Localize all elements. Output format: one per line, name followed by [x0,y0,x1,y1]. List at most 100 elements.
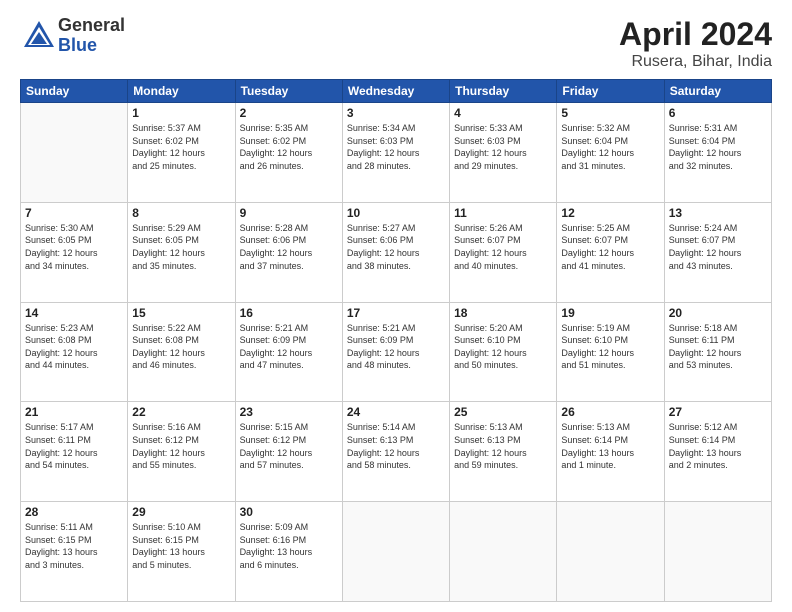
calendar-cell: 4 Sunrise: 5:33 AM Sunset: 6:03 PM Daylig… [450,103,557,203]
logo: General Blue [20,16,125,56]
day-number: 4 [454,106,552,120]
calendar-table: Sunday Monday Tuesday Wednesday Thursday… [20,79,772,602]
day-info: Sunrise: 5:24 AM Sunset: 6:07 PM Dayligh… [669,222,767,272]
day-number: 21 [25,405,123,419]
day-number: 25 [454,405,552,419]
calendar-cell: 26Sunrise: 5:13 AM Sunset: 6:14 PM Dayli… [557,402,664,502]
calendar-cell: 18 Sunrise: 5:20 AM Sunset: 6:10 PM Dayli… [450,302,557,402]
calendar-cell: 10Sunrise: 5:27 AM Sunset: 6:06 PM Dayli… [342,202,449,302]
logo-icon [20,17,58,55]
day-info: Sunrise: 5:25 AM Sunset: 6:07 PM Dayligh… [561,222,659,272]
day-number: 9 [240,206,338,220]
day-number: 28 [25,505,123,519]
calendar-cell: 5 Sunrise: 5:32 AM Sunset: 6:04 PM Daylig… [557,103,664,203]
day-info: Sunrise: 5:11 AM Sunset: 6:15 PM Dayligh… [25,521,123,571]
col-thursday: Thursday [450,80,557,103]
day-info: Sunrise: 5:31 AM Sunset: 6:04 PM Dayligh… [669,122,767,172]
day-info: Sunrise: 5:18 AM Sunset: 6:11 PM Dayligh… [669,322,767,372]
day-info: Sunrise: 5:16 AM Sunset: 6:12 PM Dayligh… [132,421,230,471]
day-number: 3 [347,106,445,120]
col-monday: Monday [128,80,235,103]
day-number: 23 [240,405,338,419]
calendar-week-4: 28 Sunrise: 5:11 AM Sunset: 6:15 PM Dayli… [21,502,772,602]
col-tuesday: Tuesday [235,80,342,103]
calendar-week-3: 21 Sunrise: 5:17 AM Sunset: 6:11 PM Dayli… [21,402,772,502]
day-info: Sunrise: 5:32 AM Sunset: 6:04 PM Dayligh… [561,122,659,172]
calendar-cell: 9 Sunrise: 5:28 AM Sunset: 6:06 PM Daylig… [235,202,342,302]
day-info: Sunrise: 5:10 AM Sunset: 6:15 PM Dayligh… [132,521,230,571]
calendar-cell: 20 Sunrise: 5:18 AM Sunset: 6:11 PM Dayli… [664,302,771,402]
day-number: 14 [25,306,123,320]
calendar-cell: 14 Sunrise: 5:23 AM Sunset: 6:08 PM Dayli… [21,302,128,402]
day-info: Sunrise: 5:26 AM Sunset: 6:07 PM Dayligh… [454,222,552,272]
calendar-cell: 3 Sunrise: 5:34 AM Sunset: 6:03 PM Daylig… [342,103,449,203]
day-info: Sunrise: 5:14 AM Sunset: 6:13 PM Dayligh… [347,421,445,471]
calendar-week-0: 1 Sunrise: 5:37 AM Sunset: 6:02 PM Daylig… [21,103,772,203]
day-info: Sunrise: 5:12 AM Sunset: 6:14 PM Dayligh… [669,421,767,471]
day-number: 7 [25,206,123,220]
day-number: 5 [561,106,659,120]
day-number: 16 [240,306,338,320]
calendar-cell: 29Sunrise: 5:10 AM Sunset: 6:15 PM Dayli… [128,502,235,602]
day-info: Sunrise: 5:21 AM Sunset: 6:09 PM Dayligh… [347,322,445,372]
day-number: 30 [240,505,338,519]
day-info: Sunrise: 5:21 AM Sunset: 6:09 PM Dayligh… [240,322,338,372]
day-number: 13 [669,206,767,220]
col-friday: Friday [557,80,664,103]
calendar-cell: 16 Sunrise: 5:21 AM Sunset: 6:09 PM Dayli… [235,302,342,402]
calendar-cell: 21 Sunrise: 5:17 AM Sunset: 6:11 PM Dayli… [21,402,128,502]
day-info: Sunrise: 5:13 AM Sunset: 6:14 PM Dayligh… [561,421,659,471]
calendar-cell: 6 Sunrise: 5:31 AM Sunset: 6:04 PM Daylig… [664,103,771,203]
day-info: Sunrise: 5:19 AM Sunset: 6:10 PM Dayligh… [561,322,659,372]
calendar-cell: 24 Sunrise: 5:14 AM Sunset: 6:13 PM Dayli… [342,402,449,502]
day-info: Sunrise: 5:15 AM Sunset: 6:12 PM Dayligh… [240,421,338,471]
calendar-cell [342,502,449,602]
day-number: 11 [454,206,552,220]
calendar-cell: 23 Sunrise: 5:15 AM Sunset: 6:12 PM Dayli… [235,402,342,502]
calendar-cell: 30Sunrise: 5:09 AM Sunset: 6:16 PM Dayli… [235,502,342,602]
calendar-cell: 19 Sunrise: 5:19 AM Sunset: 6:10 PM Dayli… [557,302,664,402]
calendar-cell: 17 Sunrise: 5:21 AM Sunset: 6:09 PM Dayli… [342,302,449,402]
col-wednesday: Wednesday [342,80,449,103]
calendar-cell: 27 Sunrise: 5:12 AM Sunset: 6:14 PM Dayli… [664,402,771,502]
calendar-week-1: 7 Sunrise: 5:30 AM Sunset: 6:05 PM Daylig… [21,202,772,302]
day-number: 24 [347,405,445,419]
calendar-cell: 2Sunrise: 5:35 AM Sunset: 6:02 PM Daylig… [235,103,342,203]
day-info: Sunrise: 5:17 AM Sunset: 6:11 PM Dayligh… [25,421,123,471]
day-info: Sunrise: 5:30 AM Sunset: 6:05 PM Dayligh… [25,222,123,272]
calendar-cell [450,502,557,602]
day-info: Sunrise: 5:34 AM Sunset: 6:03 PM Dayligh… [347,122,445,172]
header: General Blue April 2024 Rusera, Bihar, I… [20,16,772,71]
day-number: 1 [132,106,230,120]
calendar-cell: 11 Sunrise: 5:26 AM Sunset: 6:07 PM Dayli… [450,202,557,302]
day-number: 6 [669,106,767,120]
day-info: Sunrise: 5:28 AM Sunset: 6:06 PM Dayligh… [240,222,338,272]
calendar-cell: 13 Sunrise: 5:24 AM Sunset: 6:07 PM Dayli… [664,202,771,302]
day-info: Sunrise: 5:29 AM Sunset: 6:05 PM Dayligh… [132,222,230,272]
day-number: 17 [347,306,445,320]
day-info: Sunrise: 5:33 AM Sunset: 6:03 PM Dayligh… [454,122,552,172]
day-info: Sunrise: 5:35 AM Sunset: 6:02 PM Dayligh… [240,122,338,172]
calendar-cell [21,103,128,203]
day-info: Sunrise: 5:22 AM Sunset: 6:08 PM Dayligh… [132,322,230,372]
day-number: 8 [132,206,230,220]
day-number: 27 [669,405,767,419]
day-number: 19 [561,306,659,320]
calendar-week-2: 14 Sunrise: 5:23 AM Sunset: 6:08 PM Dayli… [21,302,772,402]
day-number: 22 [132,405,230,419]
calendar-cell: 1 Sunrise: 5:37 AM Sunset: 6:02 PM Daylig… [128,103,235,203]
calendar-cell: 28 Sunrise: 5:11 AM Sunset: 6:15 PM Dayli… [21,502,128,602]
calendar-header-row: Sunday Monday Tuesday Wednesday Thursday… [21,80,772,103]
day-number: 18 [454,306,552,320]
calendar-cell: 8 Sunrise: 5:29 AM Sunset: 6:05 PM Daylig… [128,202,235,302]
day-number: 15 [132,306,230,320]
day-number: 20 [669,306,767,320]
title-month: April 2024 [619,16,772,53]
title-block: April 2024 Rusera, Bihar, India [619,16,772,71]
day-info: Sunrise: 5:23 AM Sunset: 6:08 PM Dayligh… [25,322,123,372]
col-sunday: Sunday [21,80,128,103]
logo-general: General [58,16,125,36]
page: General Blue April 2024 Rusera, Bihar, I… [0,0,792,612]
day-info: Sunrise: 5:20 AM Sunset: 6:10 PM Dayligh… [454,322,552,372]
day-info: Sunrise: 5:37 AM Sunset: 6:02 PM Dayligh… [132,122,230,172]
